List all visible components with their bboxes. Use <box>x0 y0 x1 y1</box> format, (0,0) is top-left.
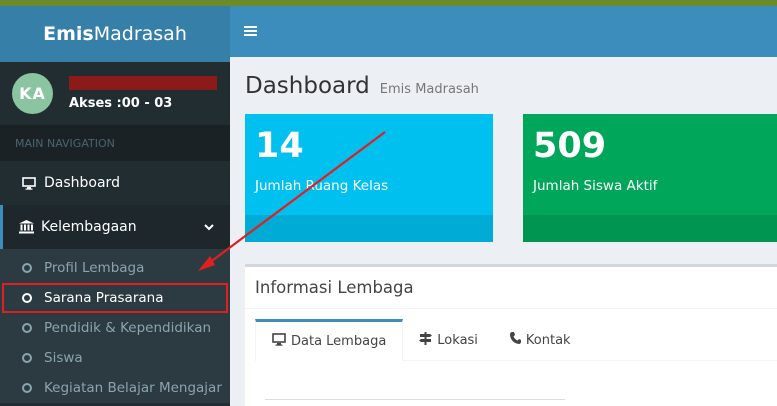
submenu-item-sarana-prasarana[interactable]: Sarana Prasarana <box>2 283 228 313</box>
user-access: Akses :00 - 03 <box>69 96 173 111</box>
hamburger-icon[interactable] <box>244 22 257 42</box>
submenu-item-profil-lembaga[interactable]: Profil Lembaga <box>0 253 230 283</box>
panel-title: Informasi Lembaga <box>245 267 777 309</box>
sidebar-item-dashboard[interactable]: Dashboard <box>0 161 230 205</box>
stat-value: 509 <box>533 126 607 166</box>
main-content: Dashboard Emis Madrasah 14 Jumlah Ruang … <box>230 57 777 406</box>
submenu-item-label: Profil Lembaga <box>44 260 145 276</box>
stat-footer[interactable] <box>523 215 777 242</box>
avatar: KA <box>12 73 53 114</box>
sidebar-item-kelembagaan[interactable]: Kelembagaan <box>0 205 230 249</box>
submenu-item-label: Sarana Prasarana <box>44 290 164 306</box>
submenu-item-label: Siswa <box>44 350 83 366</box>
submenu-item-label: Pendidik & Kependidikan <box>44 320 212 336</box>
monitor-icon <box>20 176 38 190</box>
bank-icon <box>17 220 35 234</box>
brand-bold: Emis <box>43 23 94 45</box>
submenu-item-kbm[interactable]: Kegiatan Belajar Mengajar <box>0 373 230 403</box>
user-info: Akses :00 - 03 <box>69 76 217 111</box>
submenu-item-label: Kegiatan Belajar Mengajar <box>44 380 222 396</box>
tab-label: Lokasi <box>437 332 478 348</box>
stat-box-ruang-kelas[interactable]: 14 Jumlah Ruang Kelas <box>245 114 493 242</box>
circle-icon <box>22 293 32 303</box>
top-navbar <box>230 6 777 57</box>
tab-lokasi[interactable]: Lokasi <box>403 319 494 361</box>
circle-icon <box>22 323 32 333</box>
tab-label: Data Lembaga <box>291 334 387 349</box>
tab-data-lembaga[interactable]: Data Lembaga <box>255 319 404 361</box>
circle-icon <box>22 353 32 363</box>
tab-bar: Data Lembaga Lokasi Kontak <box>255 319 777 361</box>
circle-icon <box>22 383 32 393</box>
tab-kontak[interactable]: Kontak <box>494 319 587 361</box>
submenu-kelembagaan: Profil Lembaga Sarana Prasarana Pendidik… <box>0 249 230 403</box>
brand-logo[interactable]: Emis Madrasah <box>0 6 230 62</box>
stat-box-siswa-aktif[interactable]: 509 Jumlah Siswa Aktif <box>523 114 777 242</box>
phone-icon <box>509 332 521 348</box>
monitor-icon <box>272 333 286 350</box>
username-redacted <box>69 76 217 90</box>
panel-content-edge <box>265 399 565 406</box>
nav-header: MAIN NAVIGATION <box>0 125 230 161</box>
user-panel: KA Akses :00 - 03 <box>0 62 230 125</box>
page-title: Dashboard <box>245 73 370 99</box>
stat-footer[interactable] <box>245 215 493 242</box>
circle-icon <box>22 263 32 273</box>
page-subtitle: Emis Madrasah <box>379 82 479 97</box>
sidebar-item-label: Dashboard <box>44 175 120 191</box>
chevron-down-icon[interactable] <box>204 221 214 234</box>
signpost-icon <box>419 331 433 349</box>
submenu-item-pendidik[interactable]: Pendidik & Kependidikan <box>0 313 230 343</box>
sidebar: Emis Madrasah KA Akses :00 - 03 MAIN NAVI… <box>0 6 230 406</box>
info-panel: Informasi Lembaga Data Lembaga Lokasi Ko… <box>245 264 777 406</box>
tab-label: Kontak <box>525 332 571 348</box>
brand-rest: Madrasah <box>93 23 187 45</box>
content-header: Dashboard Emis Madrasah <box>245 73 479 99</box>
sidebar-item-label: Kelembagaan <box>41 219 137 235</box>
stat-label: Jumlah Ruang Kelas <box>255 178 389 194</box>
stat-label: Jumlah Siswa Aktif <box>533 178 658 194</box>
stat-value: 14 <box>255 126 304 166</box>
submenu-item-siswa[interactable]: Siswa <box>0 343 230 373</box>
